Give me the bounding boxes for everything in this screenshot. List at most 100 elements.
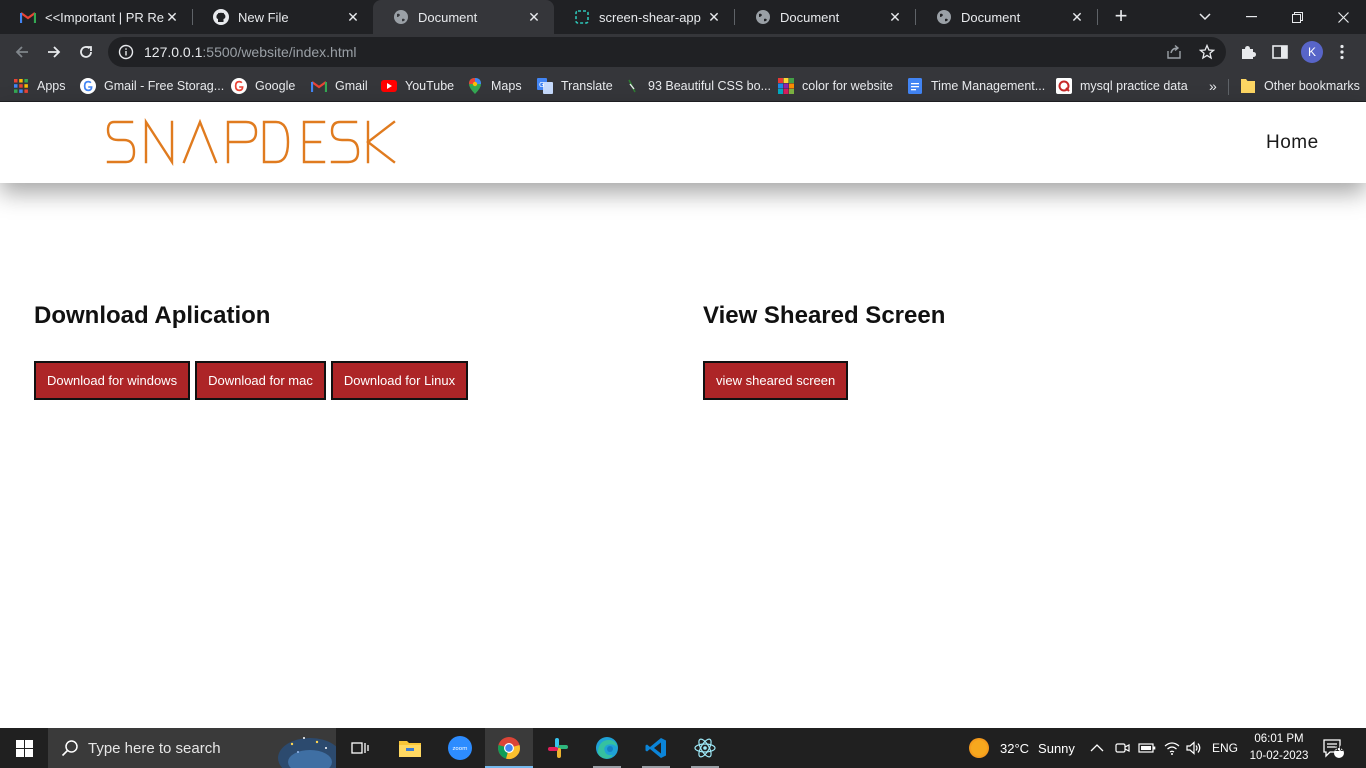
bookmark-gmail[interactable]: Gmail bbox=[311, 76, 368, 96]
windows-taskbar: Type here to search zoom 32°C Sunny ENG … bbox=[0, 728, 1366, 768]
close-icon[interactable]: ✕ bbox=[706, 9, 722, 25]
browser-toolbar: 127.0.0.1:5500/website/index.html K bbox=[0, 34, 1366, 70]
maps-icon bbox=[467, 78, 483, 94]
replit-icon bbox=[574, 9, 590, 25]
tab-document[interactable]: Document ✕ bbox=[735, 0, 915, 34]
slack-icon[interactable] bbox=[534, 728, 582, 768]
docs-icon bbox=[907, 78, 923, 94]
mysql-icon bbox=[1056, 78, 1072, 94]
back-button[interactable] bbox=[8, 38, 36, 66]
close-window-button[interactable] bbox=[1320, 0, 1366, 34]
download-mac-button[interactable]: Download for mac bbox=[195, 361, 326, 400]
globe-icon bbox=[936, 9, 952, 25]
new-tab-button[interactable]: + bbox=[1109, 5, 1133, 29]
translate-icon: G bbox=[537, 78, 553, 94]
bookmark-maps[interactable]: Maps bbox=[467, 76, 522, 96]
download-button-row: Download for windows Download for mac Do… bbox=[34, 361, 469, 400]
close-icon[interactable]: ✕ bbox=[887, 9, 903, 25]
profile-avatar[interactable]: K bbox=[1301, 41, 1323, 63]
download-windows-button[interactable]: Download for windows bbox=[34, 361, 191, 400]
chrome-icon[interactable] bbox=[485, 728, 533, 768]
volume-icon[interactable] bbox=[1186, 728, 1202, 768]
download-section: Download Aplication Download for windows… bbox=[34, 302, 469, 400]
bookmark-gmail-storage[interactable]: Gmail - Free Storag... bbox=[80, 76, 224, 96]
logo-text: SNAP DESK bbox=[396, 118, 397, 119]
site-logo[interactable]: SNAP DESK bbox=[106, 117, 397, 171]
show-hidden-icons-chevron-icon[interactable] bbox=[1090, 728, 1104, 768]
electron-app-icon[interactable] bbox=[681, 728, 729, 768]
other-bookmarks[interactable]: Other bookmarks bbox=[1240, 76, 1360, 96]
view-sheared-screen-button[interactable]: view sheared screen bbox=[703, 361, 849, 400]
tab-new-file[interactable]: New File ✕ bbox=[193, 0, 373, 34]
tab-title: screen-shear-app · W bbox=[599, 9, 706, 25]
gmail-icon bbox=[20, 9, 36, 25]
bookmark-mysql[interactable]: mysql practice data bbox=[1056, 76, 1188, 96]
bookmark-label: Apps bbox=[37, 79, 66, 93]
tab-strip: <<Important | PR Requ ✕ New File ✕ Docum… bbox=[0, 0, 1366, 34]
edge-icon[interactable] bbox=[583, 728, 631, 768]
language-indicator[interactable]: ENG bbox=[1212, 728, 1238, 768]
bookmark-label: 93 Beautiful CSS bo... bbox=[648, 79, 771, 93]
forward-button[interactable] bbox=[40, 38, 68, 66]
kebab-menu-icon[interactable] bbox=[1332, 42, 1352, 62]
tab-screen-shear-app[interactable]: screen-shear-app · W ✕ bbox=[554, 0, 734, 34]
zoom-icon[interactable]: zoom bbox=[436, 728, 484, 768]
extensions-puzzle-icon[interactable] bbox=[1238, 42, 1258, 62]
share-icon[interactable] bbox=[1165, 43, 1183, 61]
tab-search-chevron-icon[interactable] bbox=[1182, 0, 1228, 34]
bookmark-google[interactable]: Google bbox=[231, 76, 295, 96]
reload-button[interactable] bbox=[72, 38, 100, 66]
bookmarks-overflow-button[interactable]: » bbox=[1209, 76, 1217, 96]
battery-icon[interactable] bbox=[1138, 728, 1156, 768]
weather-widget[interactable]: 32°C Sunny bbox=[968, 728, 1075, 768]
bookmark-label: Time Management... bbox=[931, 79, 1046, 93]
close-icon[interactable]: ✕ bbox=[345, 9, 361, 25]
meet-now-icon[interactable] bbox=[1115, 728, 1131, 768]
bookmark-time-management[interactable]: Time Management... bbox=[907, 76, 1045, 96]
restore-button[interactable] bbox=[1274, 0, 1320, 34]
bookmark-css[interactable]: 93 Beautiful CSS bo... bbox=[624, 76, 771, 96]
bookmark-apps[interactable]: Apps bbox=[13, 76, 66, 96]
tab-title: Document bbox=[961, 9, 1021, 25]
search-placeholder: Type here to search bbox=[88, 739, 221, 757]
address-bar[interactable]: 127.0.0.1:5500/website/index.html bbox=[108, 37, 1226, 67]
notifications-icon[interactable]: 10 bbox=[1322, 728, 1344, 768]
bookmark-translate[interactable]: G Translate bbox=[537, 76, 613, 96]
google-icon bbox=[231, 78, 247, 94]
tab-title: Document bbox=[418, 9, 478, 25]
tab-document[interactable]: Document ✕ bbox=[916, 0, 1097, 34]
bookmark-label: Gmail - Free Storag... bbox=[104, 79, 225, 93]
windows-start-icon[interactable] bbox=[0, 728, 48, 768]
url-text[interactable]: 127.0.0.1:5500/website/index.html bbox=[144, 44, 356, 60]
clock-time: 06:01 PM bbox=[1254, 733, 1304, 745]
bookmark-color[interactable]: color for website bbox=[778, 76, 893, 96]
minimize-button[interactable] bbox=[1228, 0, 1274, 34]
close-icon[interactable]: ✕ bbox=[164, 9, 180, 25]
bookmark-label: color for website bbox=[802, 79, 894, 93]
notification-count: 10 bbox=[1334, 743, 1345, 753]
close-icon[interactable]: ✕ bbox=[1069, 9, 1085, 25]
info-icon[interactable] bbox=[118, 44, 134, 60]
bookmark-label: Translate bbox=[561, 79, 613, 93]
file-explorer-icon[interactable] bbox=[386, 728, 434, 768]
youtube-icon bbox=[381, 78, 397, 94]
site-header: SNAP DESK Home bbox=[0, 102, 1366, 183]
tab-gmail[interactable]: <<Important | PR Requ ✕ bbox=[0, 0, 192, 34]
star-icon[interactable] bbox=[1198, 43, 1216, 61]
tab-document-active[interactable]: Document ✕ bbox=[373, 0, 554, 34]
close-icon[interactable]: ✕ bbox=[526, 9, 542, 25]
apps-grid-icon bbox=[13, 78, 29, 94]
taskbar-clock[interactable]: 06:01 PM 10-02-2023 bbox=[1249, 731, 1309, 765]
taskbar-search-box[interactable]: Type here to search bbox=[48, 728, 336, 768]
download-linux-button[interactable]: Download for Linux bbox=[330, 361, 469, 400]
svg-text:zoom: zoom bbox=[453, 746, 468, 752]
wifi-icon[interactable] bbox=[1163, 728, 1181, 768]
view-button-row: view sheared screen bbox=[703, 361, 849, 400]
nav-home-link[interactable]: Home bbox=[1266, 132, 1319, 154]
bookmark-youtube[interactable]: YouTube bbox=[381, 76, 454, 96]
side-panel-icon[interactable] bbox=[1270, 42, 1290, 62]
globe-icon bbox=[755, 9, 771, 25]
sun-icon bbox=[969, 738, 989, 758]
vscode-icon[interactable] bbox=[632, 728, 680, 768]
task-view-icon[interactable] bbox=[336, 728, 384, 768]
